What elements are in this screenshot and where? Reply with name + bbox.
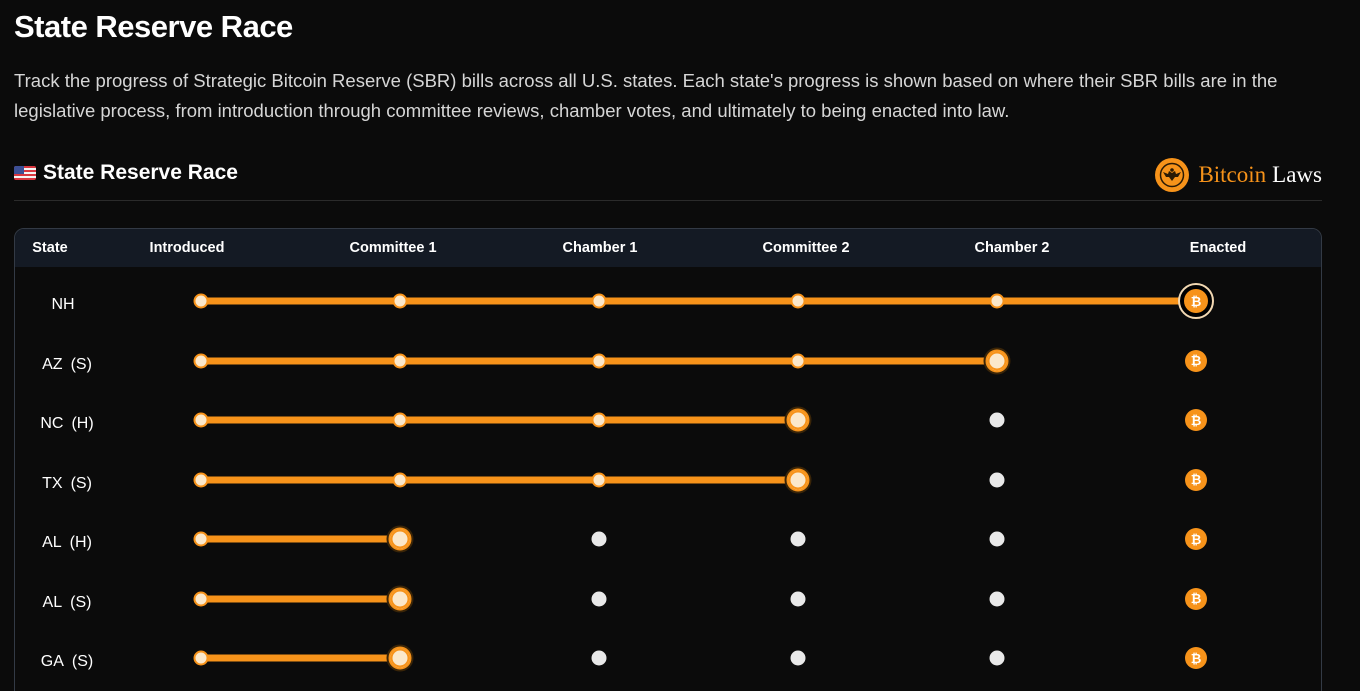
state-chamber: (S) (70, 355, 92, 373)
enacted-bitcoin-icon[interactable]: ₿ (1185, 647, 1207, 669)
state-code: NC (40, 415, 64, 432)
stage-node-complete[interactable] (193, 650, 209, 666)
enacted-bitcoin-icon[interactable]: ₿ (1185, 409, 1207, 431)
stage-node-current[interactable] (388, 587, 412, 610)
stage-node-complete[interactable] (591, 293, 607, 309)
header-chamber-2: Chamber 2 (974, 240, 1050, 256)
stage-node-pending[interactable] (790, 591, 806, 606)
progress-track (201, 654, 400, 662)
stage-node-pending[interactable] (989, 472, 1005, 487)
state-race-table: State Introduced Committee 1 Chamber 1 C… (14, 228, 1322, 691)
table-row[interactable]: TX (S) ₿ (15, 446, 1321, 506)
stage-node-complete[interactable] (591, 472, 607, 487)
brand-logo[interactable]: Bitcoin Laws (1155, 158, 1322, 192)
section-header: State Reserve Race Bitcoin Laws (14, 158, 1322, 201)
enacted-bitcoin-icon[interactable]: ₿ (1185, 528, 1207, 550)
state-label: NH (51, 296, 82, 314)
state-label: AL (H) (42, 534, 92, 552)
state-label: NC (H) (40, 415, 93, 433)
stage-node-pending[interactable] (790, 531, 806, 547)
enacted-bitcoin-icon[interactable]: ₿ (1185, 349, 1207, 372)
table-row[interactable]: GA (S) ₿ (15, 624, 1321, 684)
us-flag-icon (14, 166, 36, 180)
enacted-bitcoin-icon[interactable]: ₿ (1178, 283, 1214, 319)
progress-track (201, 476, 798, 483)
stage-node-pending[interactable] (989, 650, 1005, 666)
stage-node-pending[interactable] (989, 591, 1005, 606)
table-row[interactable]: NH ₿ (15, 267, 1321, 327)
state-code: NH (51, 296, 75, 313)
enacted-bitcoin-icon[interactable]: ₿ (1185, 468, 1207, 491)
table-row[interactable]: AL (H) ₿ (15, 505, 1321, 565)
state-code: AZ (42, 355, 63, 373)
progress-track (201, 297, 1196, 305)
stage-node-pending[interactable] (790, 650, 806, 666)
stage-node-complete[interactable] (193, 353, 209, 368)
progress-track (201, 535, 400, 543)
page-title: State Reserve Race (14, 9, 293, 44)
enacted-bitcoin-icon[interactable]: ₿ (1185, 587, 1207, 610)
header-committee-1: Committee 1 (349, 240, 437, 256)
stage-node-current[interactable] (388, 646, 412, 670)
table-row[interactable]: AZ (S) ₿ (15, 327, 1321, 387)
table-row[interactable]: AL (S) ₿ (15, 565, 1321, 625)
stage-node-current[interactable] (388, 527, 412, 551)
stage-node-complete[interactable] (790, 293, 806, 309)
brand-name-rest: Laws (1272, 162, 1322, 187)
stage-node-complete[interactable] (790, 353, 806, 368)
stage-node-current[interactable] (786, 468, 810, 491)
stage-node-complete[interactable] (193, 472, 209, 487)
header-committee-2: Committee 2 (762, 240, 850, 256)
state-label: AL (S) (43, 594, 92, 612)
stage-node-pending[interactable] (989, 412, 1005, 428)
stage-node-complete[interactable] (591, 353, 607, 368)
header-introduced: Introduced (149, 240, 225, 256)
stage-node-complete[interactable] (193, 531, 209, 547)
progress-track (201, 416, 798, 424)
state-chamber: (S) (71, 653, 94, 670)
stage-node-complete[interactable] (591, 412, 607, 428)
table-row[interactable]: NC (H) ₿ (15, 386, 1321, 446)
stage-node-current[interactable] (985, 349, 1009, 372)
stage-node-complete[interactable] (392, 353, 408, 368)
state-chamber: (S) (70, 593, 92, 611)
stage-node-complete[interactable] (392, 472, 408, 487)
table-header: State Introduced Committee 1 Chamber 1 C… (15, 229, 1321, 267)
state-code: AL (42, 593, 63, 611)
stage-node-complete[interactable] (193, 293, 209, 309)
bitcoin-glyph: ₿ (1184, 289, 1208, 313)
eagle-seal-icon (1155, 158, 1190, 192)
state-label: GA (S) (41, 653, 93, 671)
stage-node-pending[interactable] (591, 591, 607, 606)
table-body: NH ₿ AZ (S) ₿ NC (H) ₿ TX (S) ₿ AL (H) ₿ AL (S) ₿ GA (S) ₿ (15, 267, 1321, 684)
stage-node-current[interactable] (786, 408, 810, 432)
page: State Reserve Race Track the progress of… (0, 0, 1360, 691)
section-title: State Reserve Race (43, 161, 238, 184)
page-description: Track the progress of Strategic Bitcoin … (14, 70, 1278, 121)
stage-node-complete[interactable] (989, 293, 1005, 309)
state-chamber: (H) (69, 534, 92, 551)
stage-node-pending[interactable] (591, 531, 607, 547)
stage-node-pending[interactable] (591, 650, 607, 666)
brand-name-accent: Bitcoin (1198, 162, 1267, 187)
stage-node-complete[interactable] (392, 412, 408, 428)
state-label: AZ (S) (42, 356, 92, 374)
state-code: AL (42, 534, 62, 551)
stage-node-pending[interactable] (989, 531, 1005, 547)
stage-node-complete[interactable] (193, 412, 209, 428)
header-state: State (32, 240, 68, 256)
header-chamber-1: Chamber 1 (562, 240, 638, 256)
stage-node-complete[interactable] (193, 591, 209, 606)
stage-node-complete[interactable] (392, 293, 408, 309)
state-label: TX (S) (42, 475, 92, 493)
state-code: GA (40, 653, 64, 670)
state-chamber: (H) (71, 415, 94, 432)
state-chamber: (S) (70, 474, 92, 492)
progress-track (201, 595, 400, 602)
state-code: TX (42, 474, 63, 492)
header-enacted: Enacted (1189, 240, 1247, 256)
